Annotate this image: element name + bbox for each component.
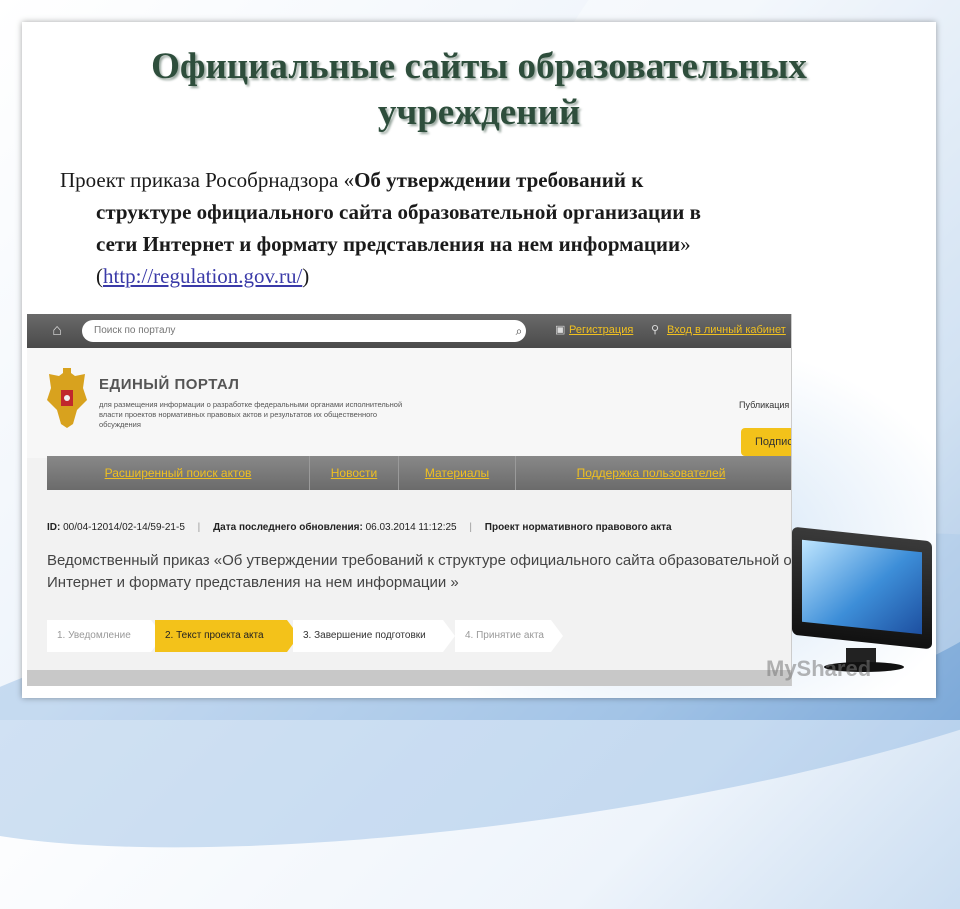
- body-line-4: (http://regulation.gov.ru/): [60, 260, 880, 292]
- nav-item-support[interactable]: Поддержка пользователей: [516, 456, 786, 490]
- body-bold-3: сети Интернет и формату представления на…: [96, 232, 681, 256]
- portal-bottom-strip: [27, 670, 791, 686]
- nav-item-news[interactable]: Новости: [310, 456, 398, 490]
- step-label: 3. Завершение подготовки: [303, 630, 426, 641]
- body-close-quote: »: [680, 232, 691, 256]
- step-label: 1. Уведомление: [57, 630, 131, 641]
- home-icon[interactable]: ⌂: [47, 321, 67, 341]
- slide-title-line2: учреждений: [377, 92, 581, 133]
- portal-nav: Расширенный поиск актов Новости Материал…: [47, 456, 791, 490]
- slide-body: Проект приказа Рособрнадзора «Об утвержд…: [60, 164, 880, 292]
- step-adoption[interactable]: 4. Принятие акта: [455, 620, 563, 652]
- watermark-logo: MyShared: [766, 656, 872, 681]
- search-icon[interactable]: ⌕: [511, 323, 527, 339]
- register-link[interactable]: Регистрация: [569, 324, 633, 336]
- body-bold-1: Об утверждении требований к: [354, 168, 644, 192]
- nav-item-advanced-search[interactable]: Расширенный поиск актов: [47, 456, 309, 490]
- portal-topbar: ⌂ ⌕ ▣ Регистрация ⚲ Вход в личный кабине…: [27, 314, 791, 348]
- lock-icon: ▣: [555, 324, 566, 336]
- step-draft-text[interactable]: 2. Текст проекта акта: [155, 620, 299, 652]
- search-input[interactable]: [82, 320, 526, 342]
- step-label: 2. Текст проекта акта: [165, 630, 264, 641]
- step-notification[interactable]: 1. Уведомление: [47, 620, 163, 652]
- id-value: 00/04-12014/02-14/59-21-5: [63, 522, 185, 533]
- document-meta: ID: 00/04-12014/02-14/59-21-5 | Дата пос…: [47, 522, 672, 533]
- slide-title: Официальные сайты образовательных учрежд…: [22, 44, 936, 136]
- regulation-link[interactable]: http://regulation.gov.ru/: [103, 264, 302, 288]
- coat-of-arms-icon: [47, 368, 87, 428]
- body-line-1: Проект приказа Рособрнадзора «Об утвержд…: [60, 164, 880, 196]
- key-icon: ⚲: [651, 324, 660, 336]
- body-line-2: структуре официального сайта образовател…: [60, 196, 880, 228]
- id-label: ID:: [47, 522, 61, 533]
- document-type: Проект нормативного правового акта: [484, 522, 672, 533]
- body-prefix: Проект приказа Рособрнадзора «: [60, 168, 355, 192]
- portal-description: для размещения информации о разработке ф…: [99, 400, 403, 429]
- updated-label: Дата последнего обновления:: [213, 522, 363, 533]
- document-title: Ведомственный приказ «Об утверждении тре…: [47, 550, 792, 594]
- updated-value: 06.03.2014 11:12:25: [365, 522, 457, 533]
- portal-name: ЕДИНЫЙ ПОРТАЛ: [99, 376, 240, 393]
- link-open-paren: (: [96, 264, 103, 288]
- nav-item-materials[interactable]: Материалы: [399, 456, 515, 490]
- link-close-paren: ): [302, 264, 310, 288]
- portal-screenshot: ⌂ ⌕ ▣ Регистрация ⚲ Вход в личный кабине…: [27, 314, 792, 686]
- step-label: 4. Принятие акта: [465, 630, 544, 641]
- document-title-line2: Интернет и формату представления на нем …: [47, 574, 459, 591]
- subscribe-button[interactable]: Подпис: [741, 428, 791, 456]
- slide-title-line1: Официальные сайты образовательных: [151, 46, 807, 87]
- document-title-line1: Ведомственный приказ «Об утверждении тре…: [47, 552, 792, 569]
- portal-header: ЕДИНЫЙ ПОРТАЛ для размещения информации …: [27, 348, 791, 458]
- login-link[interactable]: Вход в личный кабинет: [667, 324, 786, 336]
- step-completion[interactable]: 3. Завершение подготовки: [293, 620, 455, 652]
- body-line-3: сети Интернет и формату представления на…: [60, 228, 880, 260]
- body-bold-2: структуре официального сайта образовател…: [96, 200, 701, 224]
- publication-label: Публикация: [739, 400, 790, 410]
